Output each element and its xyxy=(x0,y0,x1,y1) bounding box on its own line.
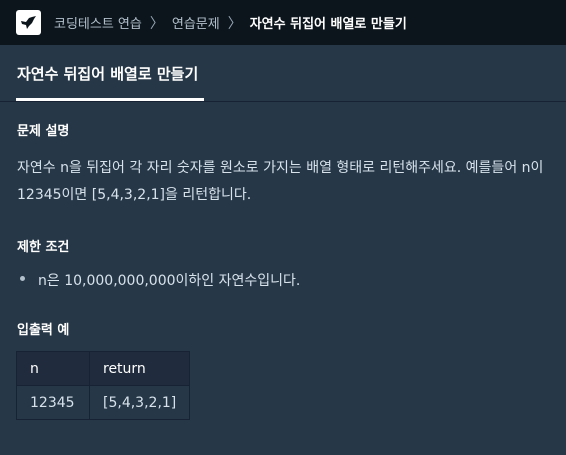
logo-icon[interactable] xyxy=(16,10,41,35)
breadcrumb-separator-icon: 〉 xyxy=(227,15,242,32)
constraint-item: n은 10,000,000,000이하인 자연수입니다. xyxy=(20,270,301,290)
top-navigation: 코딩테스트 연습 〉 연습문제 〉 자연수 뒤집어 배열로 만들기 xyxy=(0,0,566,45)
cell-return: [5,4,3,2,1] xyxy=(88,385,191,420)
table-row: 12345 [5,4,3,2,1] xyxy=(16,385,191,420)
constraints-heading: 제한 조건 xyxy=(17,240,70,255)
io-example-heading: 입출력 예 xyxy=(17,323,70,338)
breadcrumb: 코딩테스트 연습 〉 연습문제 〉 자연수 뒤집어 배열로 만들기 xyxy=(54,13,407,33)
active-tab-indicator xyxy=(16,98,204,101)
problem-tab-bar: 자연수 뒤집어 배열로 만들기 xyxy=(0,45,566,102)
breadcrumb-separator-icon: 〉 xyxy=(149,15,164,32)
problem-description: 자연수 n을 뒤집어 각 자리 숫자를 원소로 가지는 배열 형태로 리턴해주세… xyxy=(17,160,544,203)
column-header-n: n xyxy=(16,351,90,386)
bullet-icon xyxy=(20,276,25,281)
constraint-text: n은 10,000,000,000이하인 자연수입니다. xyxy=(38,273,301,289)
breadcrumb-practice[interactable]: 연습문제 xyxy=(172,13,220,32)
column-header-return: return xyxy=(88,351,191,386)
tab-problem-title[interactable]: 자연수 뒤집어 배열로 만들기 xyxy=(17,63,198,84)
breadcrumb-current-problem: 자연수 뒤집어 배열로 만들기 xyxy=(249,17,407,32)
breadcrumb-coding-test[interactable]: 코딩테스트 연습 xyxy=(54,13,142,32)
description-heading: 문제 설명 xyxy=(17,124,70,139)
cell-n: 12345 xyxy=(16,385,90,420)
table-header-row: n return xyxy=(16,351,191,386)
io-example-table: n return 12345 [5,4,3,2,1] xyxy=(16,351,191,420)
